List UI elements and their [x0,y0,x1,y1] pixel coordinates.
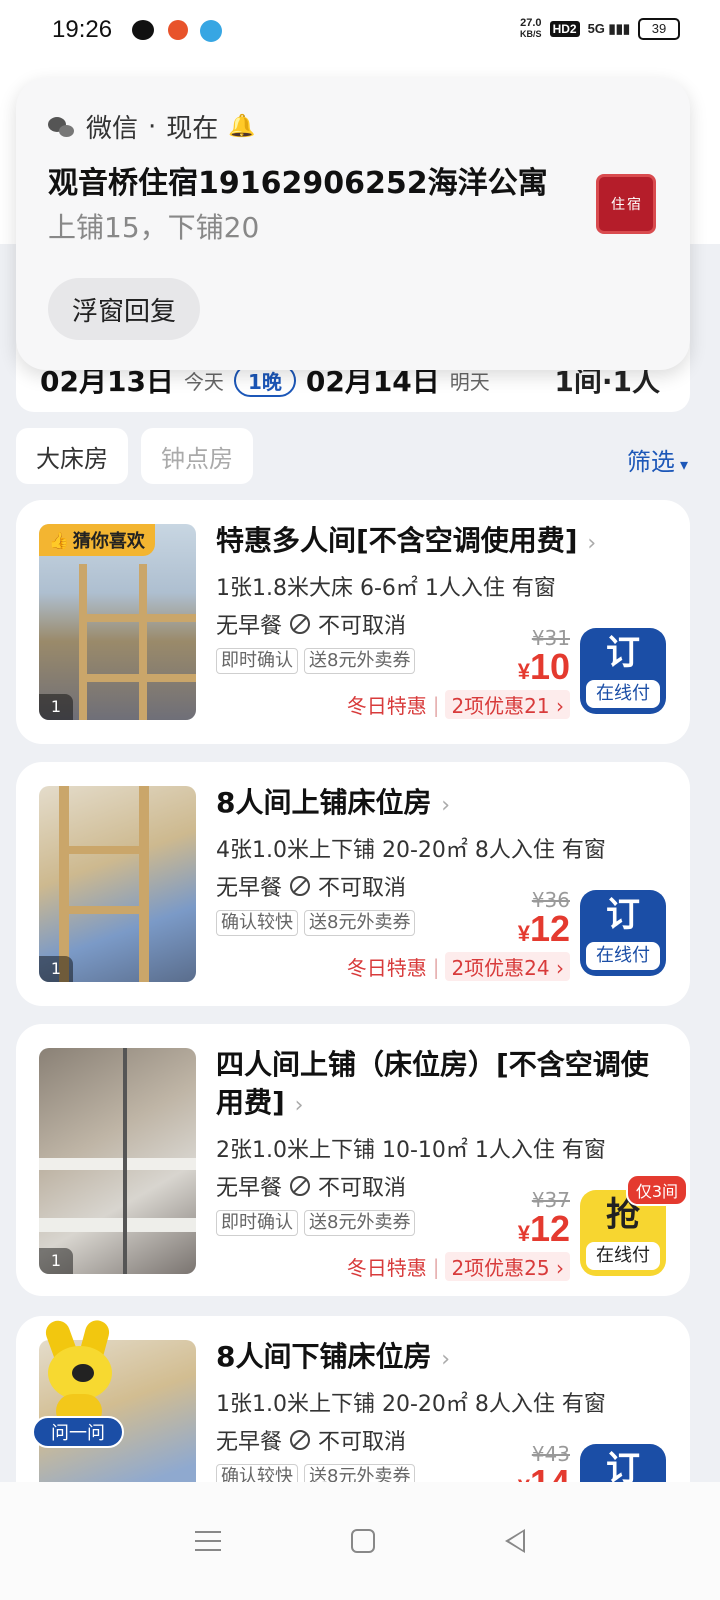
chevron-right-icon: › [441,1347,451,1372]
chip-hourly[interactable]: 钟点房 [141,428,253,484]
rooms-left-badge: 仅3间 [625,1174,688,1206]
room-title[interactable]: 8人间上铺床位房 › [216,784,671,825]
photo-count: 1 [39,956,73,982]
ask-button[interactable]: 问一问 [32,1416,124,1448]
thumbs-up-icon: 👍 [49,530,69,550]
chevron-right-icon: › [587,531,597,556]
wechat-notification[interactable]: 微信 · 现在 🔔 观音桥住宿19162906252海洋公寓 上铺15，下铺20… [16,78,690,370]
notification-title: 观音桥住宿19162906252海洋公寓 [48,166,548,201]
room-spec: 2张1.0米上下铺 10-10㎡ 1人入住 有窗 [216,1138,606,1163]
app-status-icon [168,20,188,40]
status-bar: 19:26 27.0 KB/S HD2 5G ▮▮▮ 39 [0,0,720,64]
sender-avatar: 住宿 [596,174,656,234]
telegram-status-icon [200,20,222,42]
room-tags: 即时确认 送8元外卖券 [216,1210,416,1236]
hd-icon: HD2 [549,21,580,37]
promo-info[interactable]: 冬日特惠 | 2项优惠25 › [347,1252,570,1281]
bell-icon: 🔔 [228,114,256,139]
room-spec: 4张1.0米上下铺 20-20㎡ 8人入住 有窗 [216,838,606,863]
room-photo[interactable]: 👍 猜你喜欢 1 [39,524,196,720]
room-policy: 无早餐 不可取消 [216,1430,407,1455]
notification-message: 上铺15，下铺20 [48,211,260,244]
wechat-status-icon [132,20,154,40]
current-price: ¥10 [517,646,570,687]
filter-dropdown[interactable]: 筛选 [627,442,688,477]
notification-time: 现在 [166,114,219,144]
no-cancel-icon [290,1430,311,1450]
room-card[interactable]: 1 8人间上铺床位房 › 4张1.0米上下铺 20-20㎡ 8人入住 有窗 无早… [16,762,690,1006]
notification-dot: · [148,111,157,142]
signal-icon: 5G ▮▮▮ [587,21,630,36]
room-photo[interactable]: 1 [39,1048,196,1274]
mascot-icon [48,1346,112,1400]
current-price: ¥12 [517,1208,570,1249]
photo-count: 1 [39,1248,73,1274]
home-icon[interactable] [351,1529,375,1553]
room-title[interactable]: 四人间上铺（床位房）[不含空调使用费] › [216,1046,671,1125]
room-title[interactable]: 8人间下铺床位房 › [216,1338,671,1379]
room-card[interactable]: 👍 猜你喜欢 1 特惠多人间[不含空调使用费] › 1张1.8米大床 6-6㎡ 1… [16,500,690,744]
room-spec: 1张1.8米大床 6-6㎡ 1人入住 有窗 [216,576,556,601]
no-cancel-icon [290,1176,311,1196]
promo-info[interactable]: 冬日特惠 | 2项优惠24 › [347,952,570,981]
book-button[interactable]: 订在线付 [580,628,666,714]
battery-icon: 39 [638,18,680,40]
book-button[interactable]: 订在线付 [580,890,666,976]
room-policy: 无早餐 不可取消 [216,614,407,639]
no-cancel-icon [290,614,311,634]
room-spec: 1张1.0米上下铺 20-20㎡ 8人入住 有窗 [216,1392,606,1417]
status-time: 19:26 [52,16,113,43]
current-price: ¥12 [517,908,570,949]
back-icon[interactable] [505,1529,525,1553]
net-speed: 27.0 KB/S [520,17,542,40]
notification-app: 微信 [86,114,139,144]
status-right: 27.0 KB/S HD2 5G ▮▮▮ 39 [520,18,680,40]
chevron-right-icon: › [294,1093,304,1118]
room-tags: 即时确认 送8元外卖券 [216,648,416,674]
room-title[interactable]: 特惠多人间[不含空调使用费] › [216,522,671,563]
promo-info[interactable]: 冬日特惠 | 2项优惠21 › [347,690,570,719]
room-policy: 无早餐 不可取消 [216,1176,407,1201]
chip-king-bed[interactable]: 大床房 [16,428,128,484]
room-card[interactable]: 1 四人间上铺（床位房）[不含空调使用费] › 2张1.0米上下铺 10-10㎡… [16,1024,690,1296]
notification-header: 微信 · 现在 🔔 [48,108,256,145]
chevron-right-icon: › [441,793,451,818]
no-cancel-icon [290,876,311,896]
guess-you-like-tag: 👍 猜你喜欢 [39,524,155,556]
floating-reply-button[interactable]: 浮窗回复 [48,278,201,340]
navigation-bar [0,1482,720,1600]
room-policy: 无早餐 不可取消 [216,876,407,901]
room-photo[interactable]: 1 [39,786,196,982]
menu-icon[interactable] [195,1531,221,1551]
photo-count: 1 [39,694,73,720]
ask-assistant[interactable]: 问一问 [30,1316,126,1452]
room-tags: 确认较快 送8元外卖券 [216,910,416,936]
grab-button[interactable]: 抢在线付 仅3间 [580,1174,688,1276]
wechat-icon [48,115,76,139]
